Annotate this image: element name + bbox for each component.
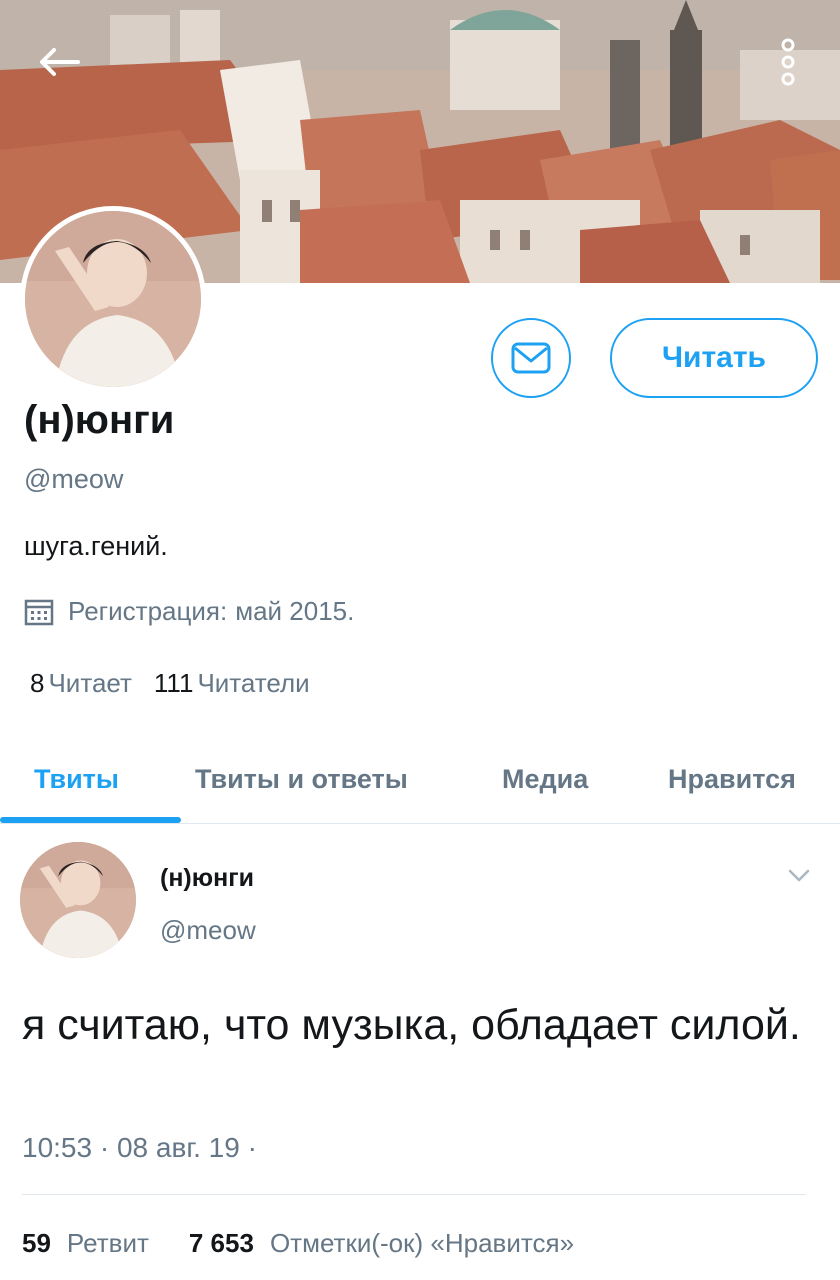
tweet-author-handle[interactable]: @meow bbox=[160, 915, 256, 946]
tweet-stats: 59 Ретвит 7 653 Отметки(-ок) «Нравится» bbox=[22, 1228, 614, 1259]
followers-label[interactable]: Читатели bbox=[197, 668, 309, 699]
profile-avatar[interactable] bbox=[20, 206, 206, 392]
tab-tweets-and-replies[interactable]: Твиты и ответы bbox=[195, 764, 408, 795]
follow-stats: 8 Читает 111 Читатели bbox=[30, 668, 332, 699]
retweet-label[interactable]: Ретвит bbox=[67, 1228, 149, 1259]
followers-count[interactable]: 111 bbox=[154, 668, 194, 699]
back-button[interactable] bbox=[30, 38, 88, 86]
calendar-icon bbox=[24, 599, 54, 625]
tweet-text: я считаю, что музыка, обладает силой. bbox=[22, 1001, 801, 1049]
join-label: Регистрация: bbox=[68, 596, 228, 626]
join-date: Регистрация: май 2015. bbox=[24, 596, 354, 627]
profile-name: (н)юнги bbox=[24, 398, 175, 442]
retweet-count[interactable]: 59 bbox=[22, 1228, 51, 1259]
mail-icon bbox=[511, 342, 551, 374]
arrow-left-icon bbox=[40, 48, 80, 76]
message-button[interactable] bbox=[491, 318, 571, 398]
tab-media[interactable]: Медиа bbox=[502, 764, 588, 795]
more-options-button[interactable] bbox=[770, 34, 806, 90]
profile-tabs: Твиты Твиты и ответы Медиа Нравится bbox=[0, 740, 840, 824]
tweet-timestamp: 10:53 · 08 авг. 19 · bbox=[22, 1132, 257, 1163]
follow-button[interactable]: Читать bbox=[610, 318, 818, 398]
following-count[interactable]: 8 bbox=[30, 668, 44, 699]
join-date-value: май 2015. bbox=[235, 596, 355, 626]
profile-bio: шуга.гений. bbox=[24, 531, 168, 561]
more-vertical-icon bbox=[781, 38, 795, 86]
avatar-image bbox=[25, 211, 201, 387]
like-label[interactable]: Отметки(-ок) «Нравится» bbox=[270, 1228, 574, 1259]
tab-likes[interactable]: Нравится bbox=[668, 764, 796, 795]
chevron-down-icon[interactable] bbox=[786, 866, 812, 886]
following-label[interactable]: Читает bbox=[48, 668, 131, 699]
tweet-author-name[interactable]: (н)юнги bbox=[160, 864, 254, 893]
like-count[interactable]: 7 653 bbox=[189, 1228, 254, 1259]
tweet-author-avatar[interactable] bbox=[20, 842, 136, 958]
active-tab-indicator bbox=[0, 817, 181, 823]
avatar-image bbox=[20, 842, 136, 958]
tab-tweets[interactable]: Твиты bbox=[34, 764, 119, 795]
tweet-divider bbox=[22, 1194, 806, 1195]
profile-handle: @meow bbox=[24, 464, 124, 494]
